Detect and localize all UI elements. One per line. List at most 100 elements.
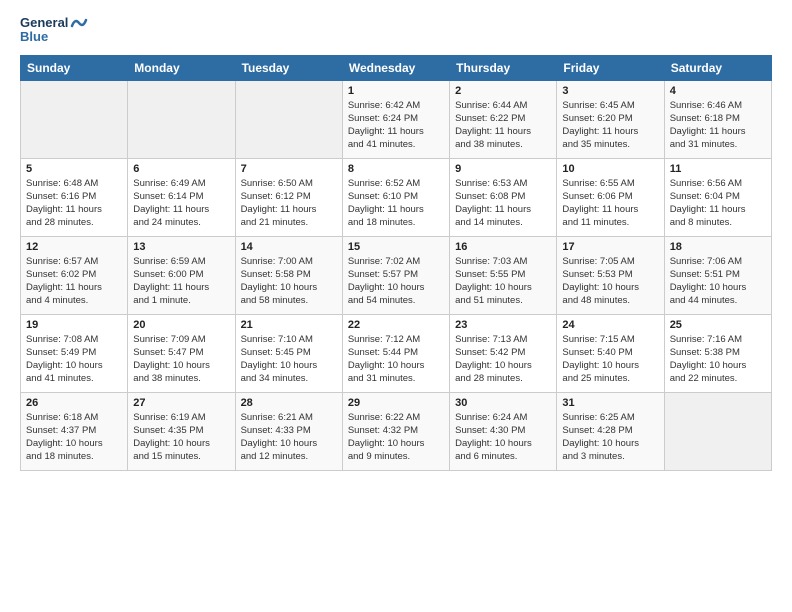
calendar-cell: 25 Sunrise: 7:16 AM Sunset: 5:38 PM Dayli… [664,314,771,392]
day-number: 24 [562,319,658,331]
calendar-cell: 5 Sunrise: 6:48 AM Sunset: 6:16 PM Daylig… [21,158,128,236]
calendar-cell: 31 Sunrise: 6:25 AM Sunset: 4:28 PM Dayli… [557,392,664,470]
calendar-cell [21,80,128,158]
day-number: 25 [670,319,766,331]
calendar-cell: 11 Sunrise: 6:56 AM Sunset: 6:04 PM Dayli… [664,158,771,236]
calendar-cell: 9 Sunrise: 6:53 AM Sunset: 6:08 PM Daylig… [450,158,557,236]
day-info: Sunrise: 6:44 AM Sunset: 6:22 PM Dayligh… [455,99,551,152]
calendar-cell: 26 Sunrise: 6:18 AM Sunset: 4:37 PM Dayli… [21,392,128,470]
day-number: 11 [670,163,766,175]
calendar-cell: 20Sunrise: 7:09 AM Sunset: 5:47 PM Dayli… [128,314,235,392]
day-info: Sunrise: 6:59 AM Sunset: 6:00 PM Dayligh… [133,255,229,308]
day-info: Sunrise: 6:22 AM Sunset: 4:32 PM Dayligh… [348,411,444,464]
day-info: Sunrise: 7:09 AM Sunset: 5:47 PM Dayligh… [133,333,229,386]
day-info: Sunrise: 7:12 AM Sunset: 5:44 PM Dayligh… [348,333,444,386]
calendar-cell: 21 Sunrise: 7:10 AM Sunset: 5:45 PM Dayli… [235,314,342,392]
calendar-day-header: Saturday [664,55,771,80]
calendar-cell: 17 Sunrise: 7:05 AM Sunset: 5:53 PM Dayli… [557,236,664,314]
header: General Blue [20,16,772,45]
day-number: 5 [26,163,122,175]
calendar-cell: 16 Sunrise: 7:03 AM Sunset: 5:55 PM Dayli… [450,236,557,314]
day-info: Sunrise: 7:08 AM Sunset: 5:49 PM Dayligh… [26,333,122,386]
day-number: 28 [241,397,337,409]
day-info: Sunrise: 6:18 AM Sunset: 4:37 PM Dayligh… [26,411,122,464]
day-number: 12 [26,241,122,253]
day-number: 3 [562,85,658,97]
calendar-cell: 2 Sunrise: 6:44 AM Sunset: 6:22 PM Daylig… [450,80,557,158]
calendar-cell: 28Sunrise: 6:21 AM Sunset: 4:33 PM Dayli… [235,392,342,470]
calendar-header-row: SundayMondayTuesdayWednesdayThursdayFrid… [21,55,772,80]
day-number: 16 [455,241,551,253]
calendar-cell [664,392,771,470]
day-info: Sunrise: 6:24 AM Sunset: 4:30 PM Dayligh… [455,411,551,464]
calendar-cell: 13 Sunrise: 6:59 AM Sunset: 6:00 PM Dayli… [128,236,235,314]
day-number: 9 [455,163,551,175]
day-number: 13 [133,241,229,253]
calendar-cell: 15 Sunrise: 7:02 AM Sunset: 5:57 PM Dayli… [342,236,449,314]
calendar-cell: 10Sunrise: 6:55 AM Sunset: 6:06 PM Dayli… [557,158,664,236]
calendar-day-header: Thursday [450,55,557,80]
day-info: Sunrise: 6:46 AM Sunset: 6:18 PM Dayligh… [670,99,766,152]
day-number: 8 [348,163,444,175]
calendar-cell: 1Sunrise: 6:42 AM Sunset: 6:24 PM Daylig… [342,80,449,158]
day-info: Sunrise: 7:00 AM Sunset: 5:58 PM Dayligh… [241,255,337,308]
calendar-day-header: Friday [557,55,664,80]
day-info: Sunrise: 6:19 AM Sunset: 4:35 PM Dayligh… [133,411,229,464]
calendar-cell [128,80,235,158]
day-info: Sunrise: 7:16 AM Sunset: 5:38 PM Dayligh… [670,333,766,386]
day-info: Sunrise: 6:50 AM Sunset: 6:12 PM Dayligh… [241,177,337,230]
day-info: Sunrise: 6:42 AM Sunset: 6:24 PM Dayligh… [348,99,444,152]
calendar-cell: 30 Sunrise: 6:24 AM Sunset: 4:30 PM Dayli… [450,392,557,470]
day-number: 27 [133,397,229,409]
day-info: Sunrise: 6:45 AM Sunset: 6:20 PM Dayligh… [562,99,658,152]
day-number: 17 [562,241,658,253]
day-info: Sunrise: 6:49 AM Sunset: 6:14 PM Dayligh… [133,177,229,230]
day-number: 30 [455,397,551,409]
logo-wave-icon [70,16,88,30]
calendar-week-row: 5 Sunrise: 6:48 AM Sunset: 6:16 PM Daylig… [21,158,772,236]
calendar-day-header: Sunday [21,55,128,80]
day-number: 31 [562,397,658,409]
day-info: Sunrise: 7:15 AM Sunset: 5:40 PM Dayligh… [562,333,658,386]
calendar-cell: 22 Sunrise: 7:12 AM Sunset: 5:44 PM Dayli… [342,314,449,392]
calendar-cell: 3 Sunrise: 6:45 AM Sunset: 6:20 PM Daylig… [557,80,664,158]
calendar-cell: 8Sunrise: 6:52 AM Sunset: 6:10 PM Daylig… [342,158,449,236]
day-info: Sunrise: 6:53 AM Sunset: 6:08 PM Dayligh… [455,177,551,230]
day-info: Sunrise: 7:03 AM Sunset: 5:55 PM Dayligh… [455,255,551,308]
day-info: Sunrise: 6:48 AM Sunset: 6:16 PM Dayligh… [26,177,122,230]
calendar-cell: 14Sunrise: 7:00 AM Sunset: 5:58 PM Dayli… [235,236,342,314]
calendar-cell: 18 Sunrise: 7:06 AM Sunset: 5:51 PM Dayli… [664,236,771,314]
day-info: Sunrise: 6:25 AM Sunset: 4:28 PM Dayligh… [562,411,658,464]
calendar-cell: 7 Sunrise: 6:50 AM Sunset: 6:12 PM Daylig… [235,158,342,236]
calendar-week-row: 12 Sunrise: 6:57 AM Sunset: 6:02 PM Dayli… [21,236,772,314]
day-number: 7 [241,163,337,175]
calendar-cell: 6 Sunrise: 6:49 AM Sunset: 6:14 PM Daylig… [128,158,235,236]
day-info: Sunrise: 7:13 AM Sunset: 5:42 PM Dayligh… [455,333,551,386]
day-number: 29 [348,397,444,409]
day-info: Sunrise: 7:02 AM Sunset: 5:57 PM Dayligh… [348,255,444,308]
day-info: Sunrise: 6:56 AM Sunset: 6:04 PM Dayligh… [670,177,766,230]
calendar-cell: 23Sunrise: 7:13 AM Sunset: 5:42 PM Dayli… [450,314,557,392]
logo: General Blue [20,16,88,45]
calendar-cell: 24 Sunrise: 7:15 AM Sunset: 5:40 PM Dayli… [557,314,664,392]
day-number: 15 [348,241,444,253]
day-number: 6 [133,163,229,175]
day-number: 21 [241,319,337,331]
calendar-week-row: 19 Sunrise: 7:08 AM Sunset: 5:49 PM Dayli… [21,314,772,392]
calendar-cell: 12 Sunrise: 6:57 AM Sunset: 6:02 PM Dayli… [21,236,128,314]
day-number: 22 [348,319,444,331]
day-info: Sunrise: 6:57 AM Sunset: 6:02 PM Dayligh… [26,255,122,308]
calendar-table: SundayMondayTuesdayWednesdayThursdayFrid… [20,55,772,471]
calendar-cell: 27 Sunrise: 6:19 AM Sunset: 4:35 PM Dayli… [128,392,235,470]
day-number: 18 [670,241,766,253]
calendar-day-header: Wednesday [342,55,449,80]
day-info: Sunrise: 7:05 AM Sunset: 5:53 PM Dayligh… [562,255,658,308]
day-number: 2 [455,85,551,97]
calendar-cell: 29 Sunrise: 6:22 AM Sunset: 4:32 PM Dayli… [342,392,449,470]
day-number: 26 [26,397,122,409]
day-number: 19 [26,319,122,331]
day-info: Sunrise: 7:10 AM Sunset: 5:45 PM Dayligh… [241,333,337,386]
day-info: Sunrise: 7:06 AM Sunset: 5:51 PM Dayligh… [670,255,766,308]
calendar-week-row: 26 Sunrise: 6:18 AM Sunset: 4:37 PM Dayli… [21,392,772,470]
calendar-day-header: Tuesday [235,55,342,80]
